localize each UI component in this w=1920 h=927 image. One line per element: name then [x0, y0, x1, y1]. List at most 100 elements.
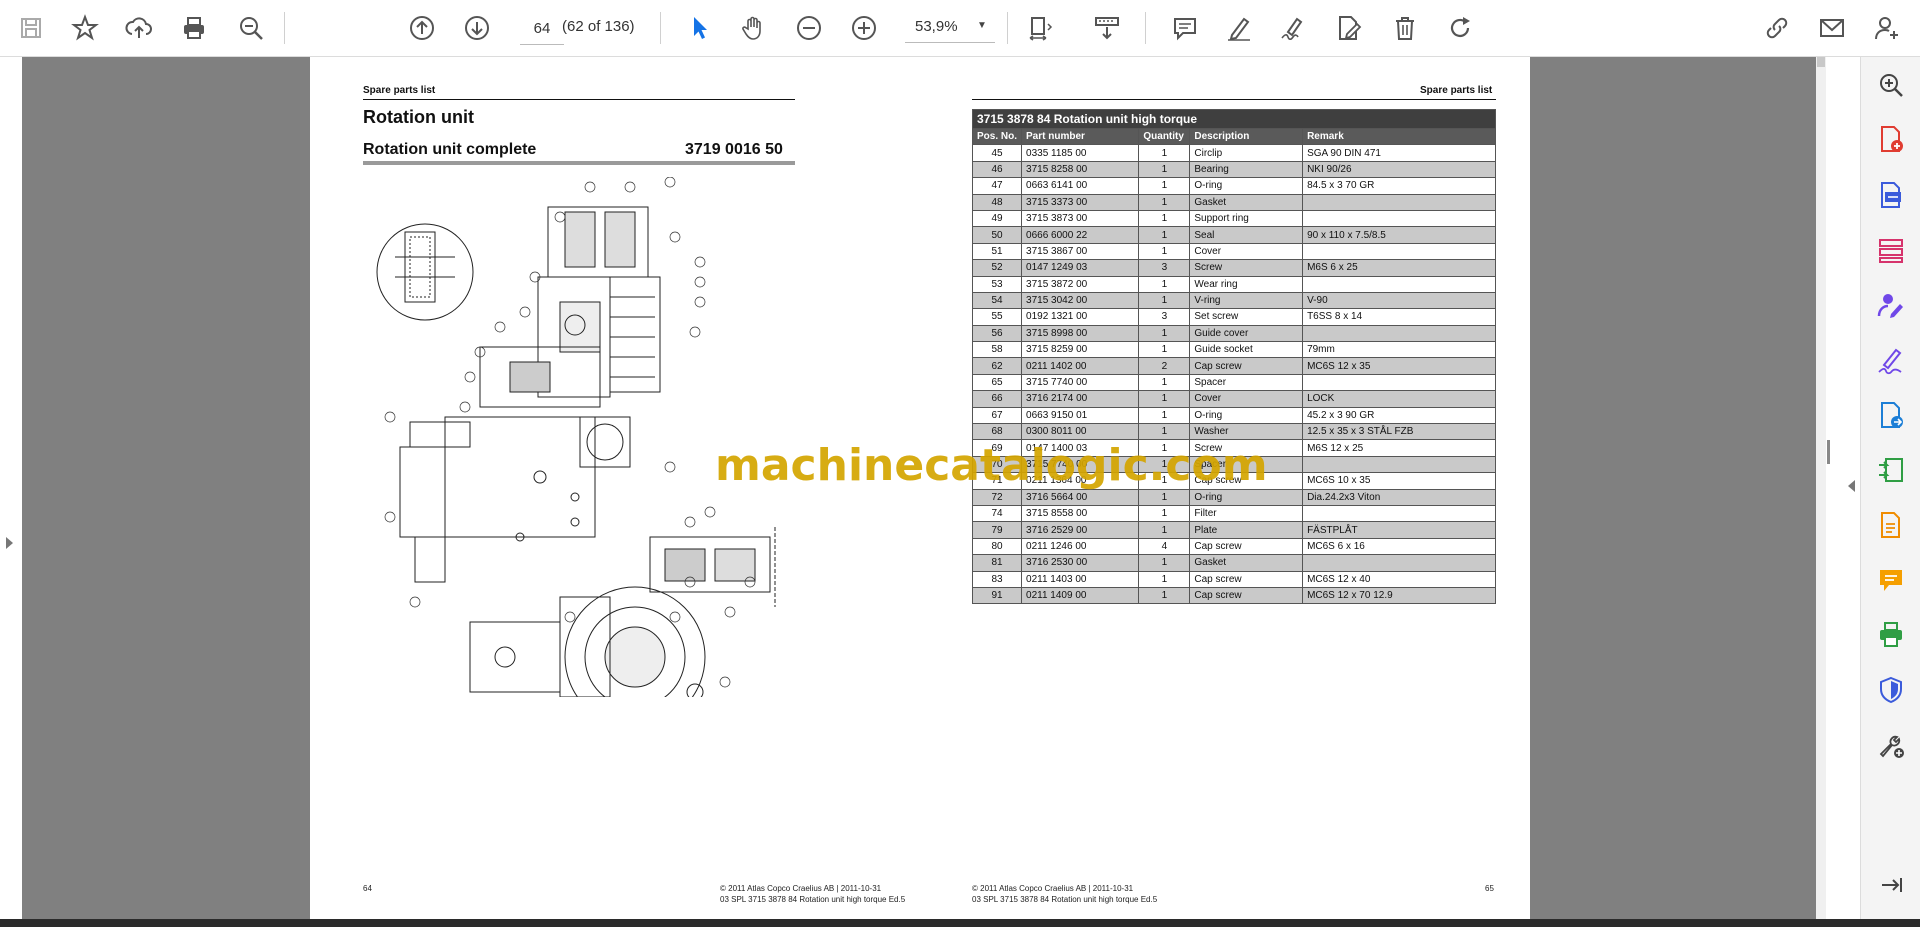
- table-row: 49 3715 3873 00 1 Support ring: [971, 209, 1496, 228]
- cell-part-number: 3715 8998 00: [1021, 324, 1140, 343]
- zoom-select[interactable]: 53,9% ▼: [905, 12, 995, 43]
- table-row: 53 3715 3872 00 1 Wear ring: [971, 275, 1496, 293]
- cell-description: Wear ring: [1189, 275, 1304, 293]
- account-icon[interactable]: [1868, 9, 1906, 47]
- cell-remark: T6SS 8 x 14: [1302, 308, 1496, 326]
- cell-quantity: 1: [1138, 521, 1191, 539]
- print-production-icon[interactable]: [1873, 617, 1909, 653]
- cell-description: Cover: [1189, 242, 1304, 261]
- scroll-mode-icon[interactable]: [1085, 9, 1129, 47]
- page-up-icon[interactable]: [403, 9, 441, 47]
- cell-pos: 55: [971, 308, 1023, 326]
- cell-pos: 72: [971, 488, 1023, 506]
- table-row: 65 3715 7740 00 1 Spacer: [971, 373, 1496, 392]
- fit-page-icon[interactable]: [1018, 9, 1062, 47]
- export-pdf-icon[interactable]: [1873, 177, 1909, 213]
- zoom-panel-icon[interactable]: [1873, 67, 1909, 103]
- page-number-input[interactable]: [520, 12, 564, 45]
- create-pdf-icon[interactable]: [1873, 121, 1909, 157]
- request-signature-icon[interactable]: [1873, 287, 1909, 323]
- hand-tool-icon[interactable]: [735, 9, 773, 47]
- cell-part-number: 3716 2529 00: [1021, 521, 1140, 539]
- comment-icon[interactable]: [1166, 9, 1204, 47]
- assembly-part-number: 3719 0016 50: [685, 141, 783, 158]
- cell-part-number: 3716 2530 00: [1021, 554, 1140, 572]
- export-doc-icon[interactable]: [1873, 397, 1909, 433]
- cell-remark: M6S 12 x 25: [1302, 439, 1496, 457]
- table-row: 79 3716 2529 00 1 Plate FÄSTPLÅT: [971, 521, 1496, 539]
- comment-panel-icon[interactable]: [1873, 562, 1909, 598]
- expand-left-panel-icon[interactable]: [6, 537, 13, 549]
- cell-part-number: 0211 1402 00: [1021, 357, 1140, 375]
- cell-part-number: 0192 1321 00: [1021, 308, 1140, 326]
- cell-quantity: 3: [1138, 259, 1191, 277]
- cell-quantity: 1: [1138, 341, 1191, 359]
- page-header: Spare parts list: [363, 85, 436, 96]
- bookmark-star-icon[interactable]: [66, 9, 104, 47]
- page-number: 65: [1485, 884, 1494, 893]
- organize-pages-icon[interactable]: [1873, 232, 1909, 268]
- vertical-scrollbar[interactable]: [1816, 57, 1826, 919]
- panel-resize-handle[interactable]: [1827, 440, 1830, 464]
- cell-remark: 45.2 x 3 90 GR: [1302, 406, 1496, 425]
- fill-sign-icon[interactable]: [1873, 342, 1909, 378]
- cell-remark: [1302, 324, 1496, 343]
- cell-pos: 65: [971, 373, 1023, 392]
- cell-part-number: 3715 3872 00: [1021, 275, 1140, 293]
- cell-description: Spacer: [1189, 373, 1304, 392]
- zoom-out-icon[interactable]: [790, 9, 828, 47]
- pen-icon[interactable]: [1220, 9, 1258, 47]
- column-header-pos: Pos. No.: [971, 127, 1023, 146]
- title-rule: [363, 161, 795, 165]
- sign-icon[interactable]: [1274, 9, 1312, 47]
- edit-pdf-icon[interactable]: [1330, 9, 1368, 47]
- cell-pos: 53: [971, 275, 1023, 293]
- cell-description: O-ring: [1189, 406, 1304, 425]
- cell-quantity: 1: [1138, 390, 1191, 408]
- cell-remark: MC6S 12 x 35: [1302, 357, 1496, 375]
- cell-pos: 50: [971, 226, 1023, 244]
- cell-quantity: 1: [1138, 275, 1191, 293]
- zoom-in-icon[interactable]: [845, 9, 883, 47]
- protect-icon[interactable]: [1873, 672, 1909, 708]
- cell-description: Cap screw: [1189, 586, 1304, 605]
- cell-part-number: 3716 5664 00: [1021, 488, 1140, 506]
- rotate-icon[interactable]: [1441, 9, 1479, 47]
- more-tools-icon[interactable]: [1873, 727, 1909, 763]
- cell-pos: 68: [971, 423, 1023, 441]
- cell-quantity: 1: [1138, 144, 1191, 162]
- share-link-icon[interactable]: [1758, 9, 1796, 47]
- cell-remark: 79mm: [1302, 341, 1496, 359]
- cell-description: Guide socket: [1189, 341, 1304, 359]
- select-arrow-icon[interactable]: [681, 9, 719, 47]
- cell-quantity: 3: [1138, 308, 1191, 326]
- cell-description: Cap screw: [1189, 357, 1304, 375]
- compress-icon[interactable]: [1873, 452, 1909, 488]
- edit-doc-icon[interactable]: [1873, 507, 1909, 543]
- zoom-search-icon[interactable]: [232, 9, 270, 47]
- table-row: 46 3715 8258 00 1 Bearing NKI 90/26: [971, 160, 1496, 179]
- cell-part-number: 3715 8558 00: [1021, 504, 1140, 523]
- print-icon[interactable]: [175, 9, 213, 47]
- delete-icon[interactable]: [1386, 9, 1424, 47]
- cell-part-number: 0335 1185 00: [1021, 144, 1140, 162]
- scrollbar-thumb[interactable]: [1817, 57, 1825, 67]
- cell-remark: [1302, 455, 1496, 474]
- table-row: 56 3715 8998 00 1 Guide cover: [971, 324, 1496, 343]
- collapse-right-panel-icon[interactable]: [1848, 480, 1855, 492]
- page-down-icon[interactable]: [458, 9, 496, 47]
- email-icon[interactable]: [1813, 9, 1851, 47]
- cell-quantity: 1: [1138, 554, 1191, 572]
- save-icon[interactable]: [12, 9, 50, 47]
- upload-icon[interactable]: [120, 9, 158, 47]
- cell-pos: 83: [971, 570, 1023, 588]
- cell-pos: 66: [971, 390, 1023, 408]
- cell-description: Guide cover: [1189, 324, 1304, 343]
- table-caption: 3715 3878 84 Rotation unit high torque: [972, 109, 1496, 129]
- cell-remark: V-90: [1302, 291, 1496, 310]
- cell-description: Bearing: [1189, 160, 1304, 179]
- cell-remark: [1302, 554, 1496, 572]
- cell-part-number: 3715 3873 00: [1021, 209, 1140, 228]
- left-nav-strip[interactable]: [0, 57, 23, 919]
- collapse-panel-icon[interactable]: [1873, 867, 1909, 903]
